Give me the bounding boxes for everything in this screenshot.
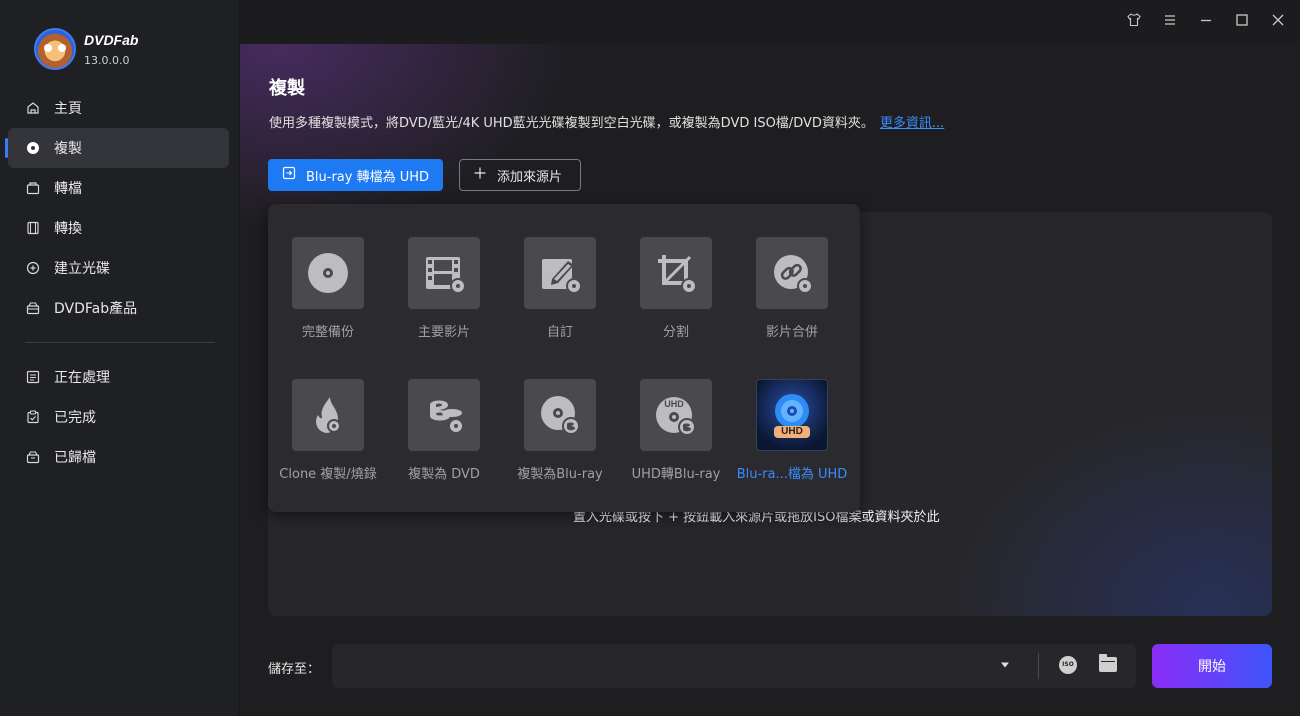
to-bluray-disc-icon xyxy=(524,379,596,451)
description-text: 使用多種複製模式，將DVD/藍光/4K UHD藍光光碟複製到空白光碟，或複製為D… xyxy=(269,116,874,131)
merge-link-icon xyxy=(756,237,828,309)
save-path-input[interactable] xyxy=(332,644,1136,688)
sidebar-item-home[interactable]: 主頁 xyxy=(8,88,229,128)
mode-to-dvd[interactable]: 複製為 DVD xyxy=(386,379,502,482)
sidebar-item-label: 建立光碟 xyxy=(54,261,110,277)
film-convert-icon xyxy=(26,221,40,235)
sidebar-item-label: 複製 xyxy=(54,141,82,157)
mode-label: 主要影片 xyxy=(417,325,470,340)
rip-icon xyxy=(26,181,40,195)
mode-label: 完整備份 xyxy=(301,325,354,340)
mode-split[interactable]: 分割 xyxy=(618,237,734,340)
sidebar-item-label: 轉換 xyxy=(54,221,82,237)
customize-edit-icon xyxy=(524,237,596,309)
add-source-button[interactable]: 添加來源片 xyxy=(459,159,581,191)
sidebar-item-label: 主頁 xyxy=(54,101,82,117)
app-window: DVDFab 13.0.0.0 主頁 複製 轉檔 轉換 建立光碟 DVDFab產… xyxy=(0,0,1300,716)
mode-label: 複製為Blu-ray xyxy=(517,467,603,482)
archive-box-icon xyxy=(26,450,40,464)
mode-main-movie[interactable]: 主要影片 xyxy=(386,237,502,340)
main-movie-film-icon xyxy=(408,237,480,309)
mode-customize[interactable]: 自訂 xyxy=(502,237,618,340)
sidebar-item-products[interactable]: DVDFab產品 xyxy=(8,288,229,328)
mode-label: 複製為 DVD xyxy=(408,467,480,482)
full-disc-icon xyxy=(292,237,364,309)
sidebar-item-label: 已完成 xyxy=(54,410,96,426)
sidebar: DVDFab 13.0.0.0 主頁 複製 轉檔 轉換 建立光碟 DVDFab產… xyxy=(0,0,240,716)
folder-icon[interactable] xyxy=(1099,654,1117,672)
products-box-icon xyxy=(26,301,40,315)
bluray-to-dvd-icon xyxy=(408,379,480,451)
title-bar xyxy=(240,0,1300,44)
sidebar-item-label: 轉檔 xyxy=(54,181,82,197)
mode-label: 自訂 xyxy=(546,325,573,340)
home-icon xyxy=(26,101,40,115)
processing-list-icon xyxy=(26,370,40,384)
mode-label: Blu-ra...檔為 UHD xyxy=(736,467,848,482)
mode-label: 分割 xyxy=(662,325,689,340)
uhd-to-bluray-icon: UHD xyxy=(640,379,712,451)
mode-full-disc[interactable]: 完整備份 xyxy=(270,237,386,340)
sidebar-item-completed[interactable]: 已完成 xyxy=(8,397,229,437)
sidebar-item-convert[interactable]: 轉換 xyxy=(8,208,229,248)
mode-label: Clone 複製/燒錄 xyxy=(279,467,377,482)
brand-version: 13.0.0.0 xyxy=(84,53,130,67)
mode-clone-burn[interactable]: Clone 複製/燒錄 xyxy=(270,379,386,482)
sidebar-item-label: 正在處理 xyxy=(54,370,110,386)
page-description: 使用多種複製模式，將DVD/藍光/4K UHD藍光光碟複製到空白光碟，或複製為D… xyxy=(269,112,944,131)
disc-copy-icon xyxy=(26,141,40,155)
main-content: 複製 使用多種複製模式，將DVD/藍光/4K UHD藍光光碟複製到空白光碟，或複… xyxy=(240,44,1300,716)
svg-text:UHD: UHD xyxy=(664,399,684,409)
save-to-label: 儲存至： xyxy=(268,662,321,677)
mode-bluray-to-uhd[interactable]: UHD Blu-ra...檔為 UHD xyxy=(734,379,850,482)
copy-mode-button[interactable]: Blu-ray 轉檔為 UHD xyxy=(268,159,443,191)
sidebar-item-processing[interactable]: 正在處理 xyxy=(8,357,229,397)
mode-merge[interactable]: 影片合併 xyxy=(734,237,850,340)
skin-icon[interactable] xyxy=(1124,12,1144,32)
iso-output-icon[interactable]: ISO xyxy=(1059,656,1077,674)
plus-icon xyxy=(473,166,487,184)
copy-mode-label: Blu-ray 轉檔為 UHD xyxy=(306,169,430,185)
mode-uhd-to-bluray[interactable]: UHD UHD轉Blu-ray xyxy=(618,379,734,482)
mode-label: 影片合併 xyxy=(765,325,818,340)
sidebar-item-label: 已歸檔 xyxy=(54,450,96,466)
sidebar-nav: 主頁 複製 轉檔 轉換 建立光碟 DVDFab產品 正在處理 已完成 已歸檔 xyxy=(0,88,240,477)
bluray-to-uhd-icon: UHD xyxy=(756,379,828,451)
clone-burn-flame-icon xyxy=(292,379,364,451)
sidebar-item-copy[interactable]: 複製 xyxy=(5,128,229,168)
maximize-icon[interactable] xyxy=(1232,12,1252,32)
add-source-label: 添加來源片 xyxy=(497,169,563,185)
create-disc-icon xyxy=(26,261,40,275)
sidebar-item-rip[interactable]: 轉檔 xyxy=(8,168,229,208)
sidebar-item-archived[interactable]: 已歸檔 xyxy=(8,437,229,477)
mode-switch-icon xyxy=(282,166,296,184)
more-info-link[interactable]: 更多資訊... xyxy=(880,116,944,131)
chevron-down-icon[interactable] xyxy=(1000,661,1010,672)
uhd-badge: UHD xyxy=(781,426,803,437)
copy-mode-panel: 完整備份 主要影片 自訂 分割 影片合併 Clone 複製/燒錄 複製為 DVD… xyxy=(268,204,860,512)
sidebar-divider xyxy=(25,342,215,343)
sidebar-item-label: DVDFab產品 xyxy=(54,301,138,317)
completed-clipboard-icon xyxy=(26,410,40,424)
mode-label: UHD轉Blu-ray xyxy=(631,467,721,482)
save-bar-divider xyxy=(1038,653,1039,679)
dvdfab-logo-icon xyxy=(34,28,76,70)
close-icon[interactable] xyxy=(1268,12,1288,32)
sidebar-item-create-disc[interactable]: 建立光碟 xyxy=(8,248,229,288)
brand-name: DVDFab xyxy=(84,31,139,48)
menu-icon[interactable] xyxy=(1160,12,1180,32)
split-crop-icon xyxy=(640,237,712,309)
mode-to-bluray[interactable]: 複製為Blu-ray xyxy=(502,379,618,482)
minimize-icon[interactable] xyxy=(1196,12,1216,32)
brand: DVDFab 13.0.0.0 xyxy=(34,28,138,70)
start-button[interactable]: 開始 xyxy=(1152,644,1272,688)
page-title: 複製 xyxy=(269,78,305,99)
